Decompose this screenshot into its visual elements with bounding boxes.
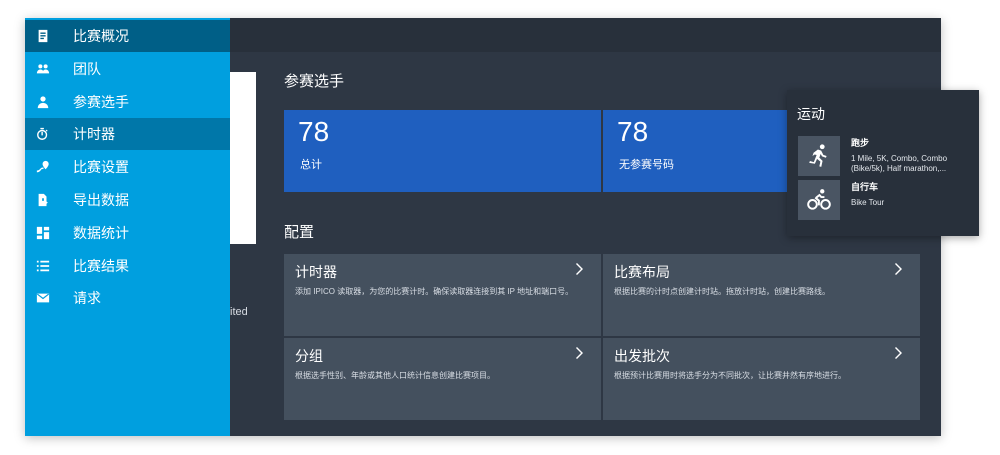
dashboard-icon bbox=[35, 225, 51, 241]
stat-no-bib-value: 78 bbox=[617, 116, 649, 147]
config-card-divisions[interactable]: 分组 根据选手性别、年龄或其他人口统计信息创建比赛项目。 bbox=[284, 338, 601, 420]
stat-no-bib-caption: 无参赛号码 bbox=[619, 159, 674, 171]
race-settings-icon bbox=[35, 159, 51, 175]
config-card-description: 根据比赛的计时点创建计时站。拖放计时站，创建比赛路线。 bbox=[614, 287, 830, 296]
timer-icon bbox=[35, 126, 51, 142]
config-card-description: 根据预计比赛用时将选手分为不同批次，让比赛井然有序地进行。 bbox=[614, 371, 846, 380]
background-panel bbox=[230, 72, 256, 244]
config-card-start-waves[interactable]: 出发批次 根据预计比赛用时将选手分为不同批次，让比赛井然有序地进行。 bbox=[603, 338, 920, 420]
sidebar-item-participants[interactable]: 参赛选手 bbox=[25, 86, 230, 118]
person-icon bbox=[35, 94, 51, 110]
sidebar-item-label: 参赛选手 bbox=[73, 94, 129, 110]
sports-popup-title: 运动 bbox=[797, 106, 825, 122]
sidebar-item-label: 比赛设置 bbox=[73, 159, 129, 175]
sidebar-item-label: 数据统计 bbox=[73, 225, 129, 241]
list-icon bbox=[35, 258, 51, 274]
sidebar-item-statistics[interactable]: 数据统计 bbox=[25, 217, 230, 249]
sidebar-item-label: 团队 bbox=[73, 61, 101, 77]
background-text-fragment: ited bbox=[230, 306, 248, 318]
sidebar-item-export-data[interactable]: 导出数据 bbox=[25, 184, 230, 216]
config-card-description: 添加 IPICO 读取器，为您的比赛计时。确保读取器连接到其 IP 地址和端口号… bbox=[295, 287, 574, 296]
config-section-title: 配置 bbox=[284, 224, 315, 241]
sidebar-item-label: 导出数据 bbox=[73, 192, 129, 208]
sidebar-item-race-overview[interactable]: 比赛概况 bbox=[25, 20, 230, 52]
sidebar-item-requests[interactable]: 请求 bbox=[25, 282, 230, 314]
config-card-description: 根据选手性别、年龄或其他人口统计信息创建比赛项目。 bbox=[295, 371, 495, 380]
sports-popup: 运动 跑步 1 Mile, 5K, Combo, Combo (Bike/5k)… bbox=[787, 90, 979, 236]
export-icon bbox=[35, 192, 51, 208]
chevron-right-icon bbox=[894, 346, 904, 360]
config-card-title: 分组 bbox=[295, 348, 323, 364]
chevron-right-icon bbox=[575, 262, 585, 276]
sidebar-item-label: 比赛结果 bbox=[73, 258, 129, 274]
sport-name: 自行车 bbox=[851, 182, 879, 192]
sport-item-running[interactable]: 跑步 1 Mile, 5K, Combo, Combo (Bike/5k), H… bbox=[798, 136, 974, 178]
document-icon bbox=[35, 28, 51, 44]
sidebar: 比赛概况 团队 参赛选手 计时器 比赛设置 导出数据 数据统计 比赛结果 请求 bbox=[25, 18, 230, 436]
running-icon bbox=[798, 136, 840, 176]
stat-total-caption: 总计 bbox=[300, 159, 322, 171]
stat-no-bib[interactable]: 78 无参赛号码 bbox=[603, 110, 793, 192]
config-card-race-layout[interactable]: 比赛布局 根据比赛的计时点创建计时站。拖放计时站，创建比赛路线。 bbox=[603, 254, 920, 336]
config-card-timers[interactable]: 计时器 添加 IPICO 读取器，为您的比赛计时。确保读取器连接到其 IP 地址… bbox=[284, 254, 601, 336]
cycling-icon bbox=[798, 180, 840, 220]
config-card-title: 出发批次 bbox=[614, 348, 670, 364]
sidebar-item-results[interactable]: 比赛结果 bbox=[25, 250, 230, 282]
sidebar-item-label: 计时器 bbox=[73, 126, 115, 142]
sidebar-item-timers[interactable]: 计时器 bbox=[25, 118, 230, 150]
stat-total[interactable]: 78 总计 bbox=[284, 110, 601, 192]
sport-item-cycling[interactable]: 自行车 Bike Tour bbox=[798, 180, 974, 222]
sport-name: 跑步 bbox=[851, 138, 870, 148]
config-card-title: 比赛布局 bbox=[614, 264, 670, 280]
sport-description: Bike Tour bbox=[851, 198, 885, 207]
sidebar-item-label: 比赛概况 bbox=[73, 28, 129, 44]
mail-icon bbox=[35, 290, 51, 306]
chevron-right-icon bbox=[894, 262, 904, 276]
config-card-title: 计时器 bbox=[295, 264, 337, 280]
stat-total-value: 78 bbox=[298, 116, 330, 147]
people-icon bbox=[35, 61, 51, 77]
sport-description: 1 Mile, 5K, Combo, Combo (Bike/5k), Half… bbox=[851, 154, 948, 173]
chevron-right-icon bbox=[575, 346, 585, 360]
sidebar-item-teams[interactable]: 团队 bbox=[25, 53, 230, 85]
sidebar-item-race-settings[interactable]: 比赛设置 bbox=[25, 151, 230, 183]
participants-section-title: 参赛选手 bbox=[284, 73, 345, 90]
sidebar-item-label: 请求 bbox=[73, 290, 101, 306]
